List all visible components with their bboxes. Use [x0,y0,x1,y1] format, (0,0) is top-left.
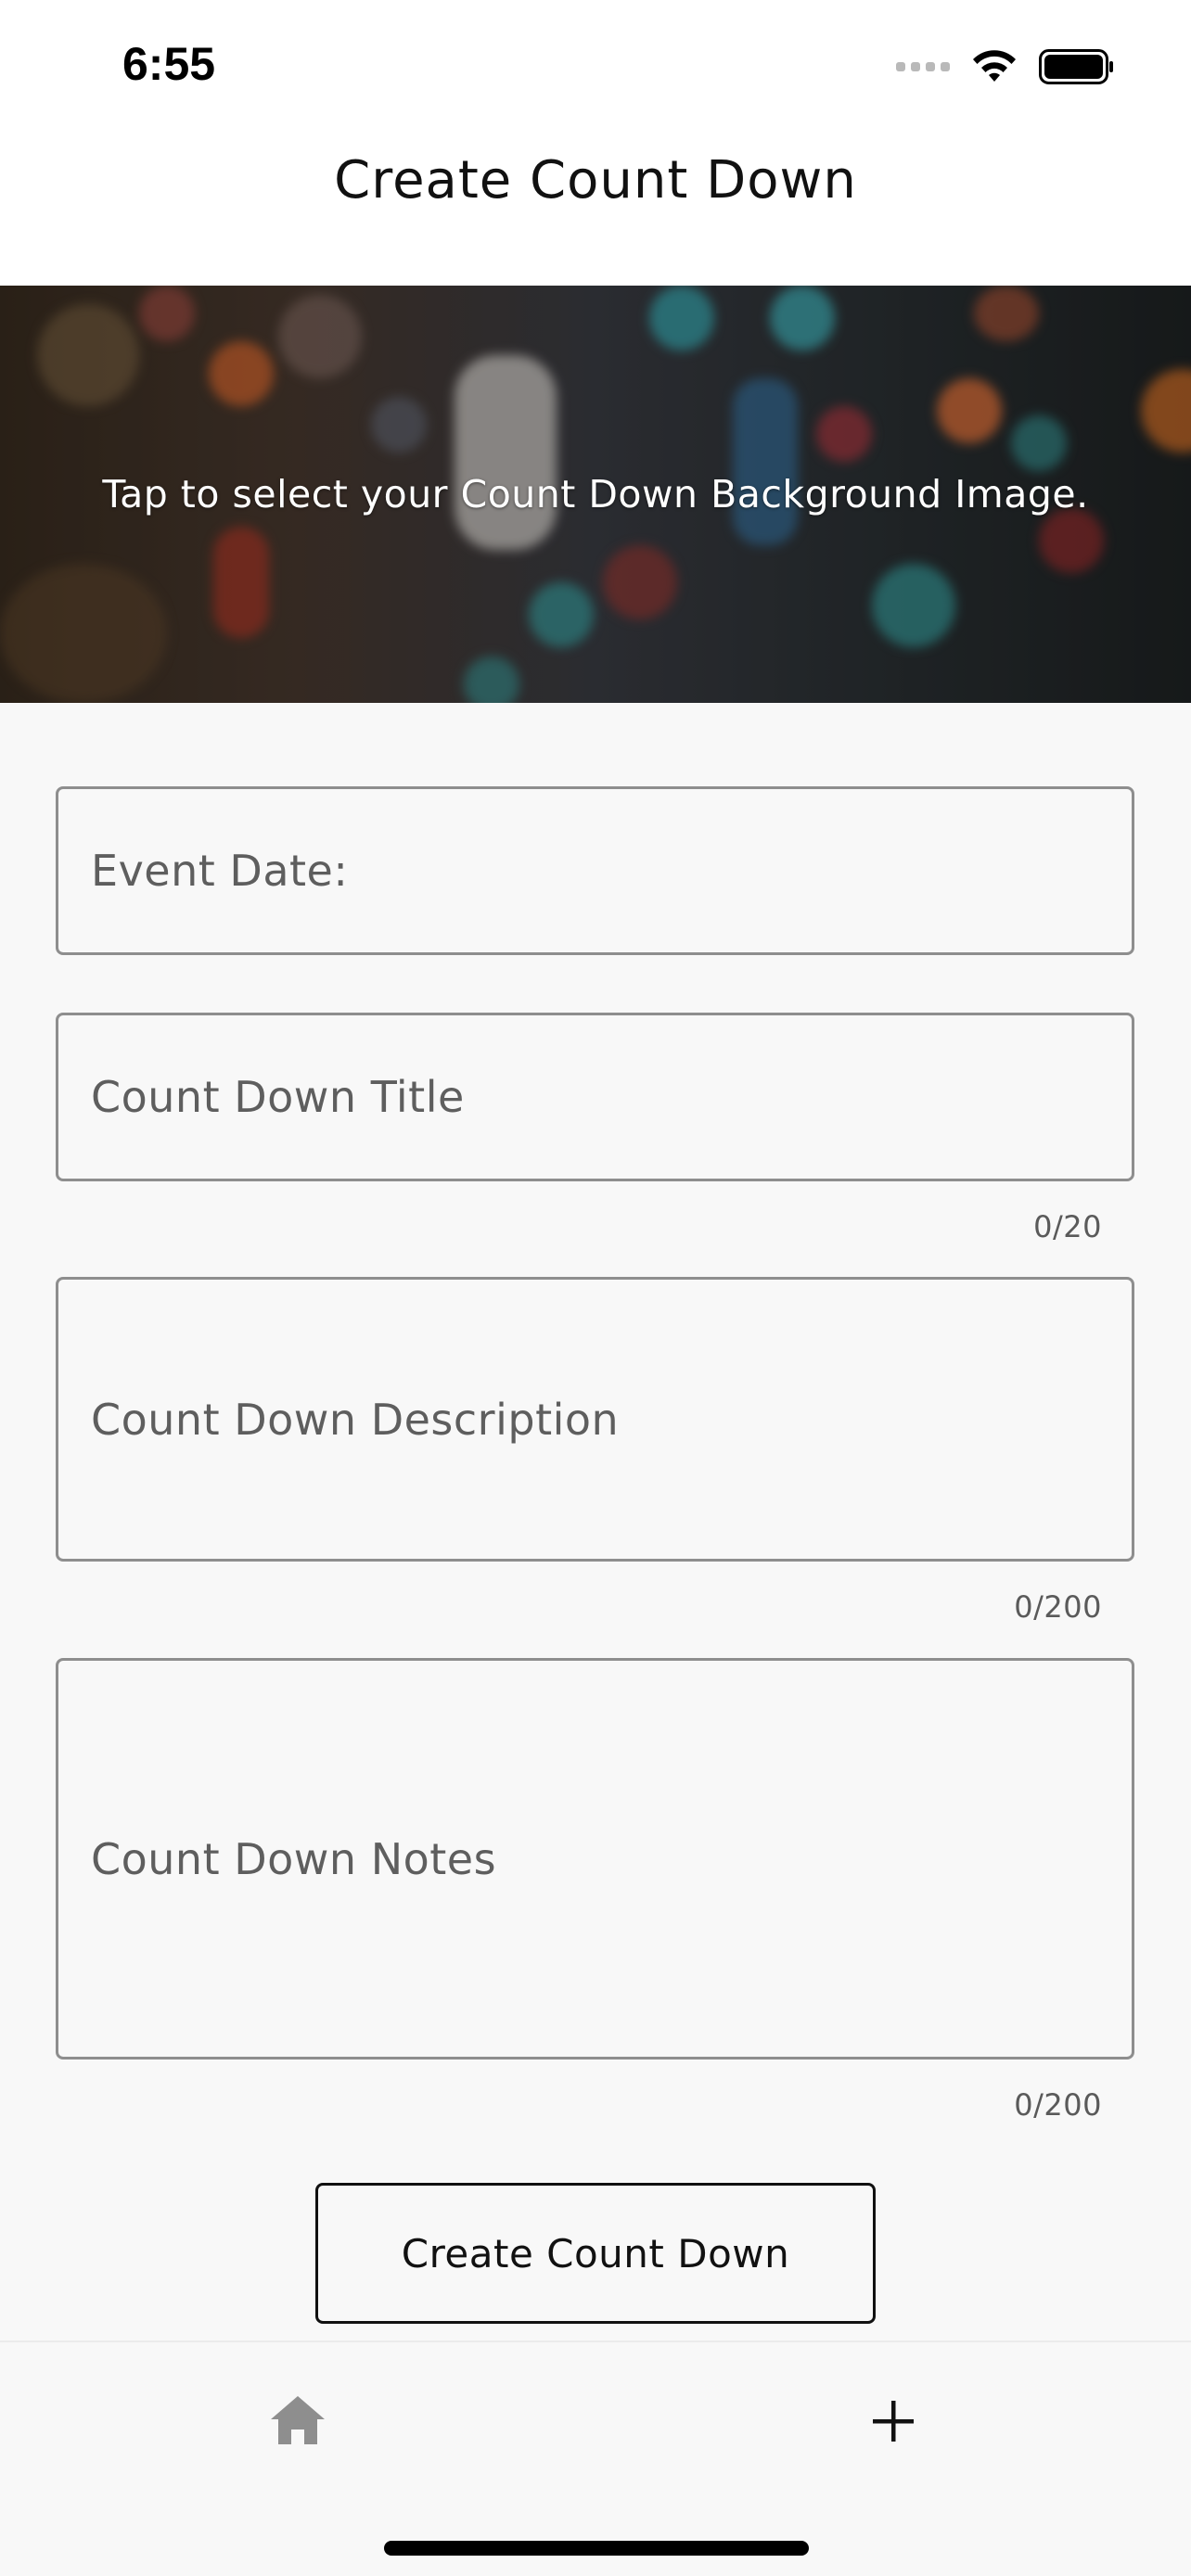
count-down-description-label: Count Down Description [91,1394,620,1445]
create-count-down-button[interactable]: Create Count Down [315,2183,876,2324]
event-date-field[interactable]: Event Date: [56,786,1134,955]
status-time: 6:55 [122,38,216,90]
count-down-notes-label: Count Down Notes [91,1833,497,1884]
home-icon [271,2396,325,2444]
status-bar: 6:55 [0,0,1191,139]
description-char-counter: 0/200 [1014,1589,1102,1625]
notes-char-counter: 0/200 [1014,2087,1102,2123]
background-image-prompt: Tap to select your Count Down Background… [102,472,1089,516]
nav-header: Create Count Down [0,139,1191,286]
count-down-title-label: Count Down Title [91,1072,465,1122]
page-title: Create Count Down [334,149,857,210]
count-down-notes-input[interactable]: Count Down Notes [56,1658,1134,2060]
count-down-title-input[interactable]: Count Down Title [56,1013,1134,1181]
count-down-description-input[interactable]: Count Down Description [56,1277,1134,1562]
battery-icon [1039,49,1113,84]
plus-icon [873,2401,914,2442]
event-date-label: Event Date: [91,846,349,896]
wifi-icon [973,50,1016,82]
home-indicator [384,2541,809,2556]
status-icons [896,43,1115,91]
background-image-picker[interactable]: Tap to select your Count Down Background… [0,286,1191,703]
tab-home[interactable] [265,2389,330,2454]
signal-icon [896,62,950,71]
title-char-counter: 0/20 [1033,1209,1102,1244]
tab-add[interactable] [861,2389,926,2454]
